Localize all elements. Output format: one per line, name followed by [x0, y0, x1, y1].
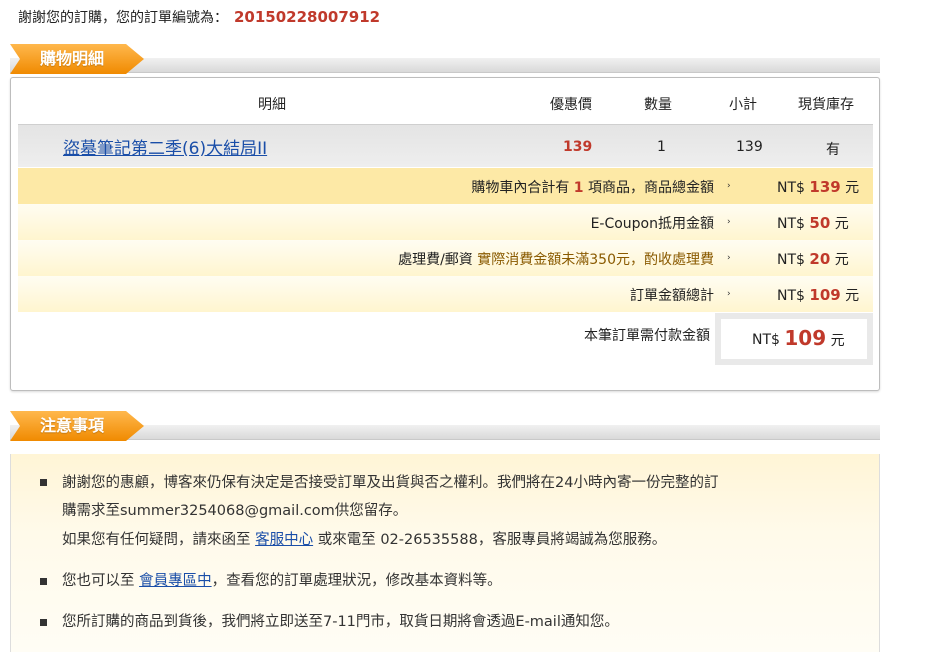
- notes-section-header: 注意事項: [10, 411, 880, 443]
- currency-label: NT$: [777, 288, 805, 304]
- product-price: 139: [563, 139, 593, 155]
- total-label: 訂單金額總計: [300, 285, 714, 305]
- customer-service-link[interactable]: 客服中心: [255, 532, 313, 548]
- note1-line3-suffix: 或來電至 02-26535588，客服專員將竭誠為您服務。: [317, 532, 667, 548]
- cart-summary-label: 購物車內合計有 1 項商品，商品總金額: [300, 177, 714, 197]
- notes-section-tab: 注意事項: [10, 411, 144, 441]
- note2: 您也可以至 會員專區中，查看您的訂單處理狀況，修改基本資料等。: [62, 569, 502, 590]
- payable-label: 本筆訂單需付款金額: [450, 325, 710, 345]
- note1-line1: 謝謝您的惠顧，博客來仍保有決定是否接受訂單及出貨與否之權利。我們將在24小時內寄…: [62, 475, 719, 491]
- header-qty: 數量: [644, 97, 672, 113]
- product-stock: 有: [826, 142, 840, 158]
- shipping-amount-value: 20: [809, 250, 831, 268]
- unit-label: 元: [830, 333, 845, 349]
- total-amount-value: 109: [809, 286, 841, 304]
- coupon-amount-value: 50: [809, 214, 831, 232]
- details-section-title: 購物明細: [40, 49, 105, 68]
- product-qty: 1: [657, 139, 666, 155]
- total-label-text: 訂單金額總計: [630, 288, 714, 304]
- bullet-icon: [40, 578, 47, 585]
- shipping-amount: NT$ 20 元: [777, 249, 849, 269]
- cart-suffix: 項商品，商品總金額: [588, 180, 714, 196]
- unit-label: 元: [845, 180, 860, 196]
- note2-suffix: ，查看您的訂單處理狀況，修改基本資料等。: [211, 573, 502, 589]
- total-arrow-icon: ›: [727, 289, 731, 299]
- thanks-message: 謝謝您的訂購，您的訂單編號為：: [18, 10, 228, 26]
- details-section-tab: 購物明細: [10, 44, 144, 74]
- notes-section-title: 注意事項: [40, 416, 105, 435]
- unit-label: 元: [845, 288, 860, 304]
- currency-label: NT$: [777, 180, 805, 196]
- unit-label: 元: [834, 216, 849, 232]
- product-subtotal: 139: [736, 139, 763, 155]
- product-link[interactable]: 盜墓筆記第二季(6)大結局II: [63, 134, 267, 159]
- note3: 您所訂購的商品到貨後，我們將立即送至7-11門市，取貨日期將會透過E-mail通…: [62, 614, 619, 630]
- shipping-label: 處理費/郵資 實際消費金額未滿350元，酌收處理費: [300, 249, 714, 269]
- header-price: 優惠價: [550, 97, 592, 113]
- cart-amount-value: 139: [809, 178, 841, 196]
- header-stock: 現貨庫存: [798, 97, 854, 113]
- note1-line3: 如果您有任何疑問，請來函至 客服中心 或來電至 02-26535588，客服專員…: [62, 528, 666, 549]
- payable-amount-value: 109: [784, 326, 827, 350]
- currency-label: NT$: [752, 332, 780, 348]
- payable-amount: NT$ 109 元: [752, 326, 845, 350]
- cart-amount: NT$ 139 元: [777, 177, 859, 197]
- coupon-amount: NT$ 50 元: [777, 213, 849, 233]
- bullet-icon: [40, 619, 47, 626]
- cart-prefix: 購物車內合計有: [471, 180, 570, 196]
- note2-prefix: 您也可以至: [62, 573, 135, 589]
- coupon-arrow-icon: ›: [727, 217, 731, 227]
- payable-label-text: 本筆訂單需付款金額: [584, 328, 710, 344]
- cart-count: 1: [573, 180, 584, 196]
- coupon-label: E-Coupon抵用金額: [300, 213, 714, 233]
- total-amount: NT$ 109 元: [777, 285, 859, 305]
- currency-label: NT$: [777, 216, 805, 232]
- header-item: 明細: [258, 97, 286, 113]
- shipping-label-text: 處理費/郵資: [398, 252, 473, 268]
- bullet-icon: [40, 479, 47, 486]
- unit-label: 元: [834, 252, 849, 268]
- cart-arrow-icon: ›: [727, 181, 731, 191]
- member-area-link[interactable]: 會員專區中: [139, 573, 212, 589]
- shipping-note: 實際消費金額未滿350元，酌收處理費: [477, 252, 714, 268]
- shipping-arrow-icon: ›: [727, 253, 731, 263]
- coupon-label-text: E-Coupon抵用金額: [590, 216, 714, 232]
- order-confirmation-text: 謝謝您的訂購，您的訂單編號為： 20150228007912: [18, 7, 380, 27]
- header-subtotal: 小計: [729, 97, 757, 113]
- note1-line3-prefix: 如果您有任何疑問，請來函至: [62, 532, 251, 548]
- order-number: 20150228007912: [234, 8, 381, 26]
- details-section-header: 購物明細: [10, 44, 880, 76]
- note1-line2: 購需求至summer3254068@gmail.com供您留存。: [62, 503, 408, 519]
- currency-label: NT$: [777, 252, 805, 268]
